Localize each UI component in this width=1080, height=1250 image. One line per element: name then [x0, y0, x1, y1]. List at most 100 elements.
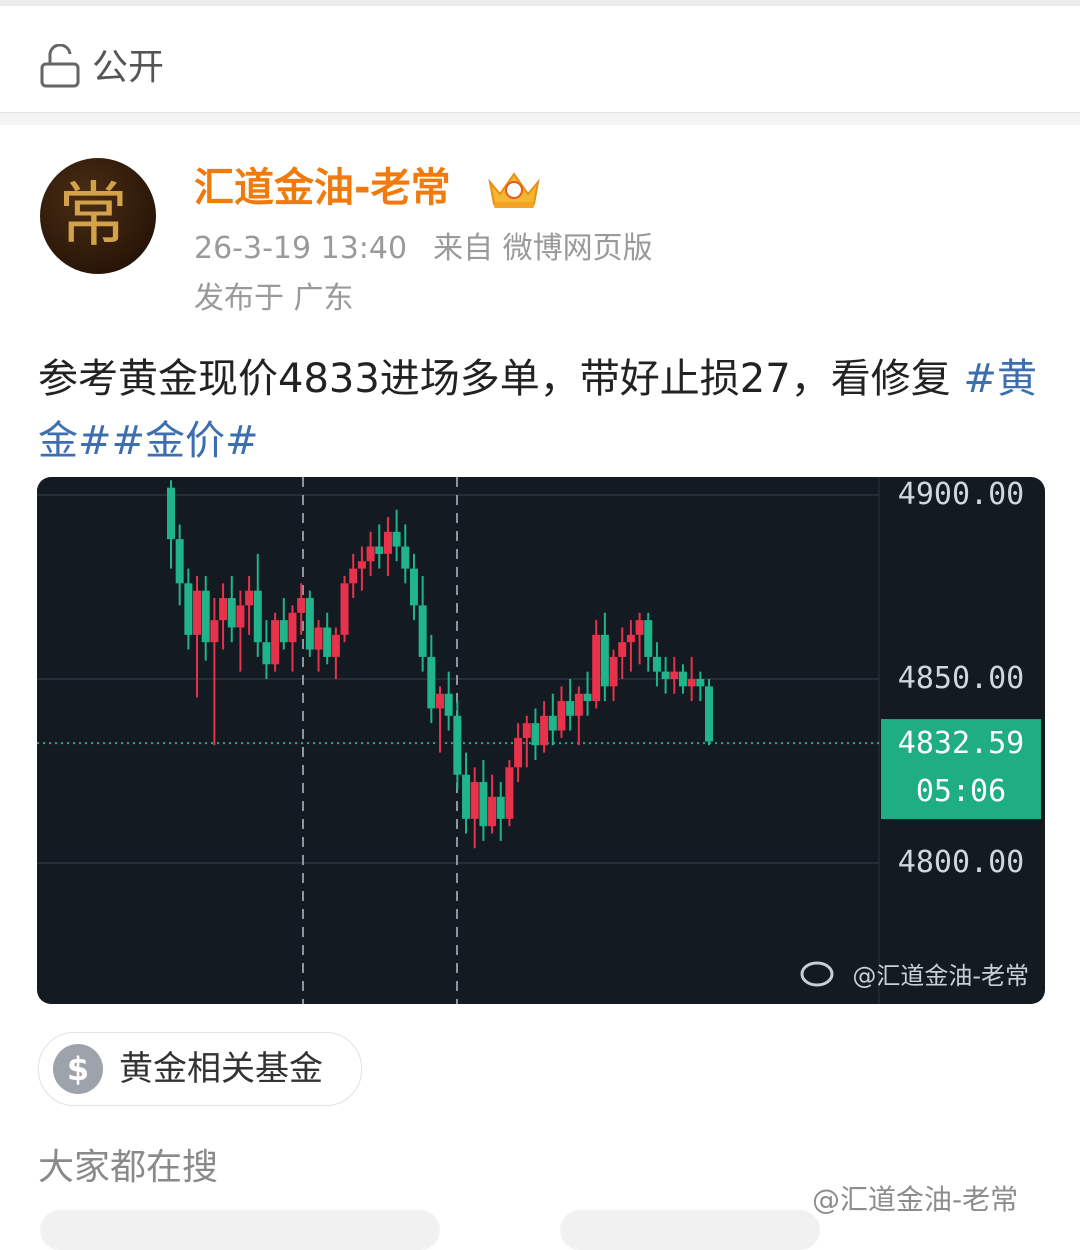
candle-body: [427, 656, 436, 709]
candle: [418, 575, 427, 672]
candle: [548, 693, 557, 746]
candle: [331, 627, 340, 679]
gold-fund-button[interactable]: $ 黄金相关基金: [38, 1032, 362, 1106]
avatar-glyph: 常: [58, 174, 128, 256]
candle-body: [314, 627, 323, 650]
candle: [618, 627, 627, 679]
candle-body: [635, 620, 644, 635]
candle: [262, 620, 271, 679]
candle: [201, 575, 210, 661]
trending-search-heading: 大家都在搜: [38, 1147, 219, 1188]
candle-body: [375, 546, 384, 554]
candle: [219, 583, 228, 650]
candle: [245, 575, 254, 635]
candle: [383, 517, 392, 576]
candle-body: [392, 531, 401, 547]
candle-body: [505, 767, 514, 819]
visibility-label: 公开: [92, 47, 165, 88]
candle-body: [696, 679, 705, 687]
chart-watermark: @汇道金油-老常: [852, 962, 1029, 990]
y-tick-label: 4900.00: [898, 477, 1024, 512]
current-price-label: 4832.59: [898, 726, 1024, 761]
unlock-icon: [40, 44, 80, 88]
search-chip[interactable]: [560, 1210, 820, 1250]
candle-body: [288, 612, 297, 643]
candle: [314, 620, 323, 672]
author-name[interactable]: 汇道金油-老常: [194, 160, 451, 216]
candle: [375, 524, 384, 569]
candle: [600, 612, 609, 702]
candle-body: [531, 723, 540, 746]
page-watermark: @汇道金油-老常: [812, 1183, 1019, 1216]
candle-body: [462, 774, 471, 819]
candle: [522, 715, 531, 768]
y-tick-label: 4800.00: [898, 845, 1024, 880]
candle-body: [219, 598, 228, 621]
post-time: 26-3-19 13:40: [194, 231, 408, 266]
candle-body: [661, 671, 670, 679]
candle: [574, 686, 583, 746]
candle-body: [453, 715, 462, 775]
candle-body: [644, 620, 653, 657]
candle-body: [705, 686, 713, 742]
candle-body: [167, 487, 175, 540]
post-source[interactable]: 来自 微博网页版: [433, 231, 653, 266]
candle: [288, 605, 297, 672]
candle-body: [297, 598, 306, 613]
candle: [696, 671, 705, 702]
candle-body: [401, 546, 410, 569]
candle-body: [574, 693, 583, 716]
candle: [488, 774, 497, 834]
countdown-label: 05:06: [916, 774, 1006, 809]
candle-body: [366, 546, 375, 562]
candle: [661, 656, 670, 694]
candle-body: [496, 796, 505, 819]
candle: [514, 723, 523, 783]
candle: [540, 701, 549, 753]
candle: [444, 671, 453, 731]
candle-body: [514, 737, 523, 768]
candle: [167, 480, 175, 569]
candle: [323, 612, 332, 665]
candle: [184, 568, 193, 650]
candle-body: [626, 634, 635, 643]
candle-body: [557, 701, 566, 731]
candle: [531, 708, 540, 760]
candle: [357, 546, 366, 591]
candle-body: [210, 620, 219, 643]
candle-body: [436, 693, 444, 709]
hashtag-gold-price[interactable]: #金价#: [112, 418, 259, 464]
avatar[interactable]: 常: [40, 158, 156, 274]
candle: [470, 767, 479, 849]
candle-body: [201, 590, 210, 643]
candle: [635, 612, 644, 665]
weibo-logo-icon: [800, 961, 834, 987]
post-body: 参考黄金现价4833进场多单，带好止损27，看修复: [38, 356, 951, 402]
candle: [479, 759, 488, 841]
post-location: 发布于 广东: [194, 281, 354, 316]
candle: [592, 620, 601, 709]
candle: [253, 553, 262, 657]
candle-body: [236, 605, 245, 628]
candle-body: [262, 642, 271, 665]
price-chart[interactable]: 4900.00 4850.00 4800.00 4832.59 05:06 @汇道金油-老…: [37, 477, 1045, 1004]
candle: [409, 553, 418, 621]
candle: [609, 649, 618, 702]
candle: [670, 656, 679, 694]
crown-badge-icon[interactable]: [486, 168, 542, 210]
candle: [340, 575, 349, 643]
candle-body: [488, 796, 497, 827]
candle-body: [357, 561, 366, 569]
candle-body: [583, 693, 592, 702]
search-chip[interactable]: [40, 1210, 440, 1250]
candle-body: [548, 715, 557, 731]
visibility-bar[interactable]: 公开: [0, 6, 1080, 113]
candle: [366, 531, 375, 576]
candle-body: [618, 642, 627, 657]
dollar-icon: $: [53, 1044, 103, 1094]
candle-body: [331, 634, 340, 657]
candle: [175, 524, 184, 606]
candle-body: [522, 723, 531, 738]
y-tick-label: 4850.00: [898, 661, 1024, 696]
candle-body: [349, 568, 358, 584]
